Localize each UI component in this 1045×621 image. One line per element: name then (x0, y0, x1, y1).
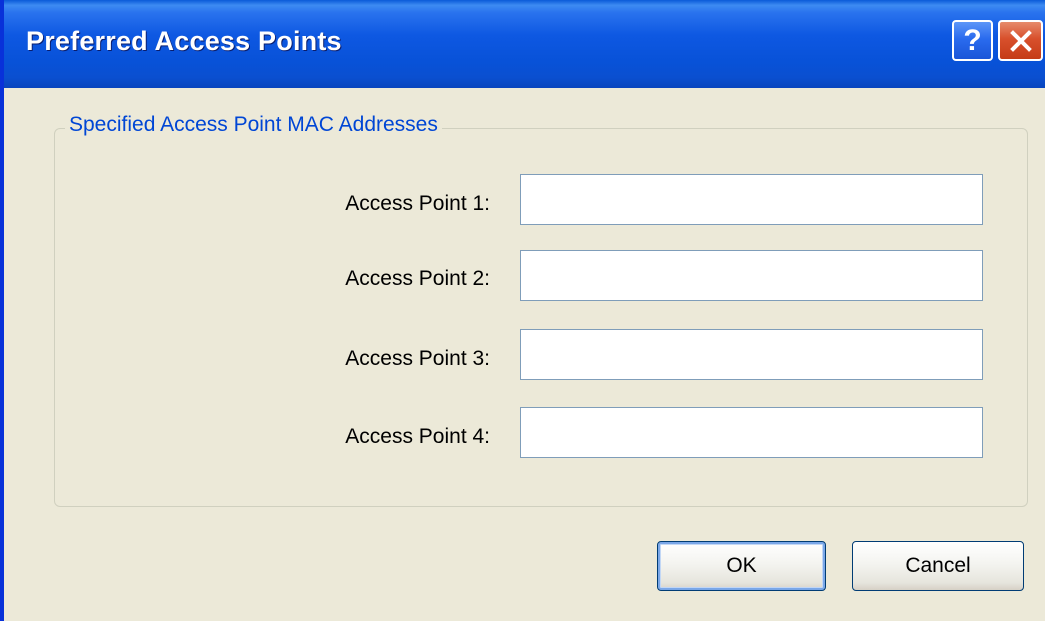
window-title: Preferred Access Points (26, 26, 342, 56)
access-point-4-input[interactable] (520, 407, 983, 458)
cancel-button[interactable]: Cancel (852, 541, 1024, 591)
ok-button[interactable]: OK (657, 541, 826, 591)
access-point-1-label: Access Point 1: (345, 192, 490, 215)
help-button[interactable]: ? (952, 20, 993, 61)
access-point-2-label: Access Point 2: (345, 267, 490, 290)
access-point-3-input[interactable] (520, 329, 983, 380)
title-bar[interactable]: Preferred Access Points ? (4, 0, 1045, 88)
groupbox-legend: Specified Access Point MAC Addresses (65, 113, 442, 137)
access-point-3-label: Access Point 3: (345, 347, 490, 370)
access-point-2-input[interactable] (520, 250, 983, 301)
preferred-access-points-dialog: Preferred Access Points ? Specified Acce… (0, 0, 1045, 621)
close-icon (1009, 29, 1032, 52)
access-point-4-label: Access Point 4: (345, 425, 490, 448)
question-mark-icon: ? (963, 23, 982, 57)
close-button[interactable] (998, 20, 1043, 61)
access-point-1-input[interactable] (520, 174, 983, 225)
